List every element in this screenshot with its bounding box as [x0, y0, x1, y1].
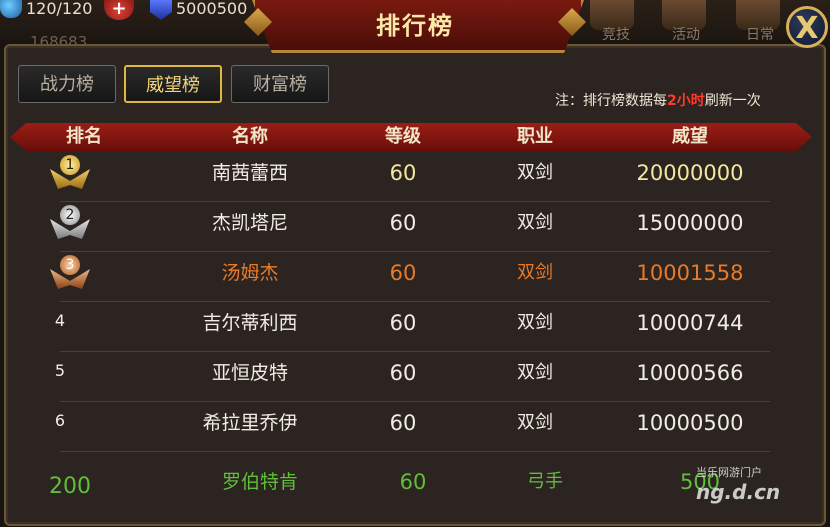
site-watermark: 当乐网游门户 ng.d.cn: [696, 464, 780, 504]
gold-value: 5000500: [176, 0, 248, 18]
header-job: 职业: [517, 126, 553, 147]
gold-medal-icon: 1: [50, 155, 90, 193]
header-prestige: 威望: [672, 126, 708, 147]
header-level: 等级: [385, 126, 421, 147]
note-suffix: 刷新一次: [704, 93, 761, 109]
daily-label: 日常: [746, 27, 774, 43]
rank-number: 4: [54, 311, 66, 330]
my-rank: 200: [49, 474, 91, 499]
player-name: 杰凯塔尼: [211, 212, 288, 234]
silver-medal-icon: 2: [50, 205, 90, 243]
header-rank: 排名: [66, 126, 102, 147]
my-job: 弓手: [527, 471, 563, 492]
player-prestige: 15000000: [636, 211, 744, 235]
refresh-note: 注：排行榜数据每2小时刷新一次: [555, 90, 761, 110]
player-prestige: 10000566: [636, 361, 744, 385]
tab-prestige[interactable]: 威望榜: [124, 65, 222, 103]
player-level: 60: [389, 311, 417, 335]
rank-number: 5: [54, 361, 66, 380]
note-prefix: 注：排行榜数据每: [555, 93, 667, 109]
player-prestige: 10000744: [636, 311, 744, 335]
player-name: 亚恒皮特: [211, 362, 288, 384]
table-row[interactable]: 3 汤姆杰 60 双剑 10001558: [50, 251, 770, 302]
player-level: 60: [389, 161, 417, 185]
rank-number: 6: [54, 411, 66, 430]
my-rank-row: 200 罗伯特肯 60 弓手 500: [10, 460, 770, 510]
arena-label: 竞技: [602, 27, 630, 43]
watermark-small: 当乐网游门户: [696, 466, 762, 479]
table-row[interactable]: 4 吉尔蒂利西 60 双剑 10000744: [55, 301, 770, 352]
player-name: 汤姆杰: [221, 262, 279, 284]
player-level: 60: [389, 361, 417, 385]
my-name: 罗伯特肯: [221, 471, 298, 493]
table-row[interactable]: 6 希拉里乔伊 60 双剑 10000500: [55, 401, 770, 452]
player-level: 60: [389, 411, 417, 435]
header-name: 名称: [232, 126, 268, 147]
player-prestige: 20000000: [636, 161, 744, 185]
table-row[interactable]: 1 南茜蕾西 60 双剑 20000000: [50, 151, 770, 202]
note-highlight: 2小时: [667, 93, 705, 109]
tab-wealth[interactable]: 财富榜: [231, 65, 329, 103]
player-prestige: 10000500: [636, 411, 744, 435]
player-job: 双剑: [517, 362, 553, 383]
rank-number: 3: [60, 255, 80, 275]
energy-orb-icon: [0, 0, 22, 18]
table-row[interactable]: 5 亚恒皮特 60 双剑 10000566: [55, 351, 770, 402]
player-level: 60: [389, 211, 417, 235]
player-name: 希拉里乔伊: [202, 412, 298, 434]
energy-value: 120/120: [26, 0, 93, 18]
player-job: 双剑: [517, 262, 553, 283]
player-level: 60: [389, 261, 417, 285]
panel-title: 排行榜: [376, 12, 454, 40]
my-level: 60: [399, 470, 427, 494]
player-name: 南茜蕾西: [211, 162, 288, 184]
rank-number: 1: [60, 155, 80, 175]
activity-label: 活动: [672, 27, 700, 43]
player-job: 双剑: [517, 412, 553, 433]
player-job: 双剑: [517, 312, 553, 333]
player-prestige: 10001558: [636, 261, 744, 285]
close-button[interactable]: X: [786, 6, 828, 48]
player-job: 双剑: [517, 162, 553, 183]
gem-icon: [150, 0, 172, 20]
player-job: 双剑: [517, 212, 553, 233]
bronze-medal-icon: 3: [50, 255, 90, 293]
hud-right-menu: 竞技 活动 日常: [590, 0, 790, 43]
add-energy-button[interactable]: +: [104, 0, 134, 20]
player-name: 吉尔蒂利西: [202, 312, 298, 334]
watermark-big: ng.d.cn: [696, 480, 781, 504]
table-row[interactable]: 2 杰凯塔尼 60 双剑 15000000: [50, 201, 770, 252]
tab-combat-power[interactable]: 战力榜: [18, 65, 116, 103]
rank-number: 2: [60, 205, 80, 225]
